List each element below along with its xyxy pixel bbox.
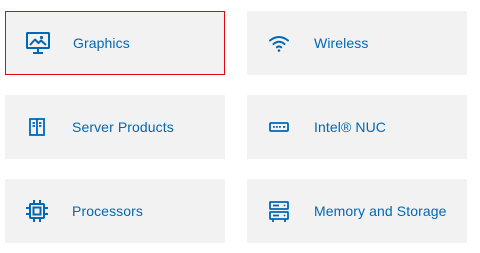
category-tile-server-products[interactable]: Server Products <box>5 95 225 159</box>
category-tile-graphics[interactable]: Graphics <box>5 11 225 75</box>
category-tile-intel-nuc[interactable]: Intel® NUC <box>247 95 467 159</box>
category-label: Processors <box>72 203 144 219</box>
storage-drive-icon <box>265 197 293 225</box>
category-tile-memory-and-storage[interactable]: Memory and Storage <box>247 179 467 243</box>
category-label: Memory and Storage <box>314 203 447 219</box>
category-label: Server Products <box>72 119 174 135</box>
mini-pc-icon <box>265 113 293 141</box>
processor-chip-icon <box>23 197 51 225</box>
category-tile-processors[interactable]: Processors <box>5 179 225 243</box>
category-label: Intel® NUC <box>314 119 386 135</box>
category-label: Wireless <box>314 35 369 51</box>
category-label: Graphics <box>73 35 130 51</box>
wifi-icon <box>265 29 293 57</box>
category-tile-wireless[interactable]: Wireless <box>247 11 467 75</box>
monitor-icon <box>24 29 52 57</box>
server-icon <box>23 113 51 141</box>
